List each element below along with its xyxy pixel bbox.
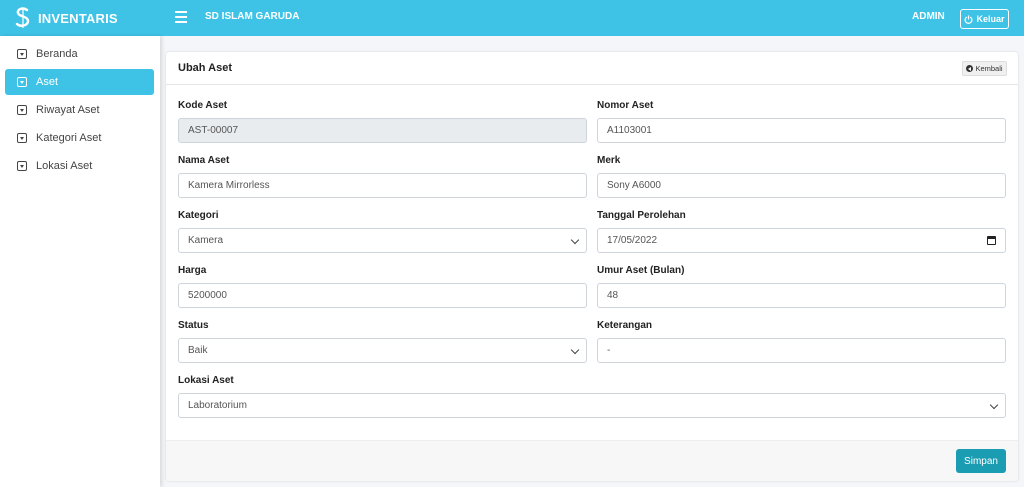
sidebar-item-label: Aset (36, 76, 59, 88)
sidebar-item-label: Lokasi Aset (36, 160, 93, 172)
merk-input[interactable]: Sony A6000 (597, 173, 1006, 198)
caret-square-icon (17, 77, 27, 87)
kategori-label: Kategori (178, 210, 219, 221)
sidebar-item-beranda[interactable]: Beranda (5, 41, 154, 67)
school-name: SD ISLAM GARUDA (205, 11, 300, 22)
kategori-value: Kamera (188, 235, 224, 246)
logout-button[interactable]: Keluar (960, 9, 1009, 29)
sidebar-item-riwayat-aset[interactable]: Riwayat Aset (5, 97, 154, 123)
chevron-down-icon (570, 235, 580, 245)
umur-aset-input[interactable]: 48 (597, 283, 1006, 308)
nama-aset-value: Kamera Mirrorless (188, 180, 270, 191)
kode-aset-input: AST-00007 (178, 118, 587, 143)
user-name: ADMIN (912, 11, 945, 22)
nomor-aset-input[interactable]: A1103001 (597, 118, 1006, 143)
brand[interactable]: INVENTARIS (0, 0, 160, 36)
card-header: Ubah Aset Kembali (166, 52, 1018, 85)
top-navbar: INVENTARIS SD ISLAM GARUDA ADMIN Keluar (0, 0, 1024, 36)
sidebar-item-label: Riwayat Aset (36, 104, 100, 116)
lokasi-aset-label: Lokasi Aset (178, 375, 234, 386)
merk-label: Merk (597, 155, 621, 166)
page-title: Ubah Aset (178, 62, 232, 74)
merk-value: Sony A6000 (607, 180, 661, 191)
nomor-aset-label: Nomor Aset (597, 100, 654, 111)
back-button[interactable]: Kembali (962, 61, 1007, 76)
kode-aset-value: AST-00007 (188, 125, 239, 136)
harga-input[interactable]: 5200000 (178, 283, 587, 308)
lokasi-aset-select[interactable]: Laboratorium (178, 393, 1006, 418)
power-icon (964, 14, 973, 24)
edit-asset-card: Ubah Aset Kembali Kode Aset AST-00007 No… (166, 52, 1018, 481)
keterangan-label: Keterangan (597, 320, 653, 331)
caret-square-icon (17, 133, 27, 143)
harga-label: Harga (178, 265, 207, 276)
back-label: Kembali (975, 64, 1003, 73)
keterangan-value: - (607, 345, 611, 356)
tanggal-perolehan-input[interactable]: 17/05/2022 (597, 228, 1006, 253)
harga-value: 5200000 (188, 290, 227, 301)
sidebar-item-label: Kategori Aset (36, 132, 102, 144)
status-select[interactable]: Baik (178, 338, 587, 363)
menu-toggle-icon[interactable] (175, 11, 187, 23)
card-footer: Simpan (166, 440, 1018, 481)
logo-icon (15, 7, 30, 28)
nomor-aset-value: A1103001 (607, 125, 652, 136)
tanggal-perolehan-value: 17/05/2022 (607, 235, 658, 246)
status-label: Status (178, 320, 209, 331)
sidebar-item-aset[interactable]: Aset (5, 69, 154, 95)
arrow-circle-left-icon (966, 65, 974, 72)
umur-aset-value: 48 (607, 290, 619, 301)
kode-aset-label: Kode Aset (178, 100, 228, 111)
chevron-down-icon (570, 345, 580, 355)
save-button[interactable]: Simpan (956, 449, 1006, 473)
status-value: Baik (188, 345, 208, 356)
kategori-select[interactable]: Kamera (178, 228, 587, 253)
caret-square-icon (17, 49, 27, 59)
nama-aset-input[interactable]: Kamera Mirrorless (178, 173, 587, 198)
sidebar: Beranda Aset Riwayat Aset Kategori Aset … (0, 36, 160, 487)
umur-aset-label: Umur Aset (Bulan) (597, 265, 685, 276)
logout-label: Keluar (976, 14, 1005, 24)
chevron-down-icon (989, 400, 999, 410)
lokasi-aset-value: Laboratorium (188, 400, 247, 411)
sidebar-item-kategori-aset[interactable]: Kategori Aset (5, 125, 154, 151)
calendar-icon[interactable] (987, 236, 996, 245)
tanggal-perolehan-label: Tanggal Perolehan (597, 210, 686, 221)
keterangan-input[interactable]: - (597, 338, 1006, 363)
caret-square-icon (17, 105, 27, 115)
sidebar-item-lokasi-aset[interactable]: Lokasi Aset (5, 153, 154, 179)
brand-name: INVENTARIS (38, 10, 118, 26)
sidebar-item-label: Beranda (36, 48, 78, 60)
caret-square-icon (17, 161, 27, 171)
nama-aset-label: Nama Aset (178, 155, 230, 166)
